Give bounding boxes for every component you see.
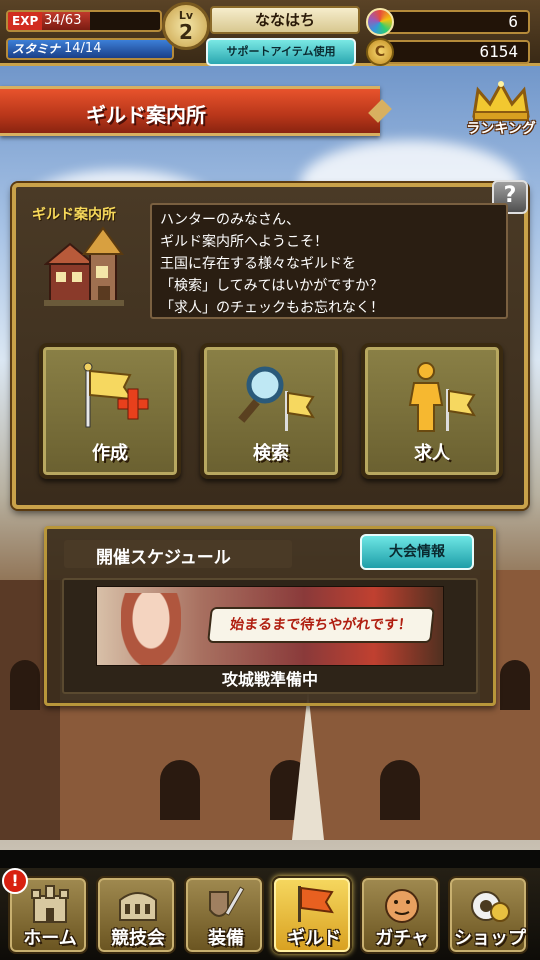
exp-label: EXP <box>8 12 43 30</box>
event-banner[interactable]: 始まるまで待ちやがれです！ <box>96 586 444 666</box>
nav-label: 競技会 <box>111 928 165 949</box>
support-item-button[interactable]: サポートアイテム使用 <box>206 38 356 66</box>
stamina-bar: スタミナ 14/14 <box>6 38 174 60</box>
page-title: ギルド案内所 <box>86 103 206 127</box>
stamina-value: 14/14 <box>64 41 102 56</box>
create-label: 作成 <box>92 443 128 464</box>
character-illustration <box>121 593 181 665</box>
magnifier-flag-icon <box>238 366 315 431</box>
nav-label: ガチャ <box>375 928 429 949</box>
recruit-button[interactable]: 求人 <box>361 343 503 479</box>
stamina-label: スタミナ <box>12 42 61 56</box>
message-line: 「求人」のチェックもお忘れなく！ <box>160 300 384 316</box>
message-line: 王国に存在する様々なギルドを <box>160 256 356 272</box>
coin-value: 6154 <box>479 42 518 61</box>
plaza-spire <box>292 690 324 840</box>
nav-equipment[interactable]: 装備 <box>184 876 264 954</box>
message-line: ギルド案内所へようこそ！ <box>160 234 328 250</box>
ranking-label: ランキング <box>466 121 536 137</box>
welcome-message: ハンターのみなさん、 ギルド案内所へようこそ！ 王国に存在する様々なギルドを 「… <box>150 203 508 319</box>
coin-icon: C <box>366 38 394 66</box>
nav-divider <box>0 850 540 868</box>
nav-shop[interactable]: ショップ <box>448 876 528 954</box>
gem-value: 6 <box>508 12 518 31</box>
coin-counter[interactable]: C 6154 <box>366 38 530 66</box>
colosseum-icon <box>119 892 157 921</box>
nav-arena[interactable]: 競技会 <box>96 876 176 954</box>
level-value: 2 <box>179 20 193 44</box>
search-label: 検索 <box>253 443 289 464</box>
message-line: 「検索」してみてはいかがですか？ <box>160 278 384 294</box>
castle-icon <box>31 885 69 923</box>
status-bar: EXP 34/63 スタミナ 14/14 Lv 2 ななはち サポートアイテム使… <box>0 0 540 66</box>
exp-value: 34/63 <box>44 13 82 28</box>
exp-bar: EXP 34/63 <box>6 10 162 32</box>
tournament-info-button[interactable]: 大会情報 <box>360 534 474 570</box>
gem-counter[interactable]: 6 <box>366 8 530 36</box>
guild-house-icon <box>44 226 124 306</box>
flag-icon <box>298 886 334 922</box>
coin-bag-icon <box>471 891 510 922</box>
bottom-navigation: ホーム 競技会 装備 ギルド ガチャ ショップ <box>0 850 540 960</box>
rainbow-gem-icon <box>366 8 394 36</box>
person-flag-icon <box>408 362 476 432</box>
search-guild-button[interactable]: 検索 <box>200 343 342 479</box>
event-status: 攻城戦準備中 <box>221 670 318 689</box>
gacha-egg-icon <box>385 889 419 923</box>
nav-label: 装備 <box>208 928 244 949</box>
event-banner-text: 始まるまで待ちやがれです！ <box>207 607 435 643</box>
schedule-title: 開催スケジュール <box>96 548 231 568</box>
notification-badge: ! <box>2 868 28 894</box>
crown-icon <box>472 80 530 121</box>
flag-plus-icon <box>83 362 149 428</box>
nav-gacha[interactable]: ガチャ <box>360 876 440 954</box>
create-guild-button[interactable]: 作成 <box>39 343 181 479</box>
nav-label: ホーム <box>23 928 77 949</box>
recruit-label: 求人 <box>414 443 450 464</box>
player-name[interactable]: ななはち <box>210 6 360 34</box>
level-badge: Lv 2 <box>162 2 210 50</box>
page-title-banner: ギルド案内所 <box>0 86 380 136</box>
npc-label: ギルド案内所 <box>32 207 116 223</box>
message-line: ハンターのみなさん、 <box>160 212 300 228</box>
nav-label: ギルド <box>287 928 341 949</box>
nav-label: ショップ <box>454 928 526 949</box>
nav-guild[interactable]: ギルド <box>272 876 352 954</box>
ranking-button[interactable]: ランキング <box>466 80 536 144</box>
sword-shield-icon <box>209 886 245 917</box>
